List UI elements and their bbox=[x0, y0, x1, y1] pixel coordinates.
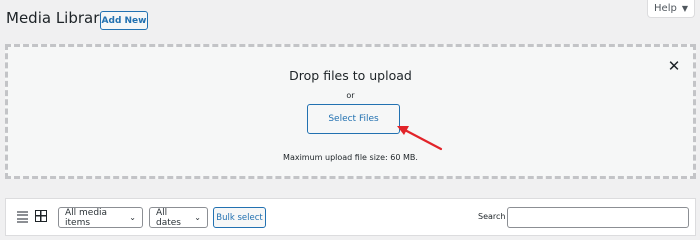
max-upload-size-text: Maximum upload file size: 60 MB. bbox=[283, 153, 418, 162]
help-tab-button[interactable]: Help ▼ bbox=[647, 0, 695, 18]
media-toolbar: All media items ⌄ All dates ⌄ Bulk selec… bbox=[5, 198, 696, 236]
upload-drop-zone[interactable]: ✕ Drop files to upload or Select Files M… bbox=[5, 44, 696, 179]
chevron-down-icon: ⌄ bbox=[194, 213, 201, 222]
grid-view-icon[interactable] bbox=[35, 210, 47, 222]
search-label: Search bbox=[478, 212, 506, 221]
media-type-filter-value: All media items bbox=[65, 207, 108, 228]
caret-down-icon: ▼ bbox=[681, 4, 688, 13]
list-view-icon[interactable] bbox=[17, 211, 28, 223]
chevron-down-icon: ⌄ bbox=[129, 213, 136, 222]
date-filter-select[interactable]: All dates ⌄ bbox=[149, 207, 208, 228]
search-input[interactable] bbox=[507, 207, 689, 228]
bulk-select-button[interactable]: Bulk select bbox=[213, 207, 266, 228]
add-new-button[interactable]: Add New bbox=[100, 11, 148, 30]
red-annotation-arrow-icon bbox=[397, 126, 443, 151]
drop-files-heading: Drop files to upload bbox=[289, 68, 412, 83]
page-title: Media Library bbox=[6, 9, 109, 27]
date-filter-value: All dates bbox=[156, 207, 181, 228]
or-text: or bbox=[346, 91, 355, 100]
media-type-filter-select[interactable]: All media items ⌄ bbox=[58, 207, 143, 228]
select-files-button[interactable]: Select Files bbox=[307, 104, 400, 134]
help-label: Help bbox=[654, 3, 677, 14]
